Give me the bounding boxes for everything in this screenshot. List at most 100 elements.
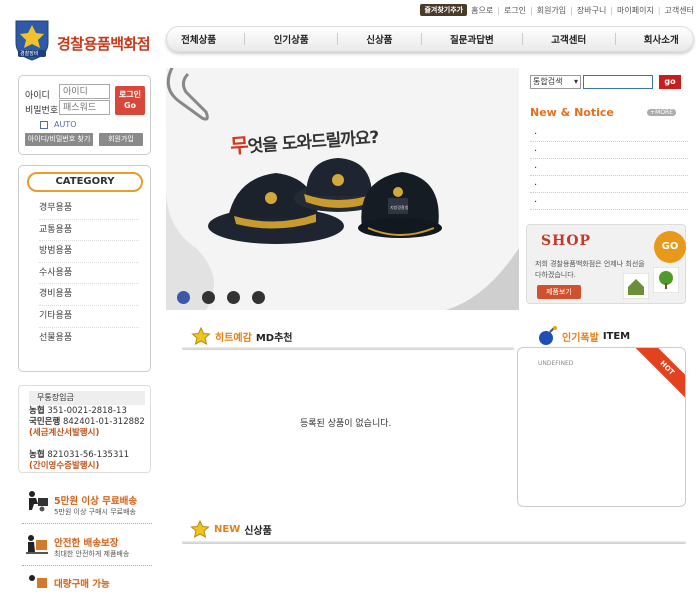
nav-all-products[interactable]: 전체상품 [181,32,216,46]
auto-login-label: AUTO [54,120,77,129]
section-divider [182,347,514,350]
view-products-button[interactable]: 제품보기 [537,285,581,299]
news-list: . . . . . [530,125,688,210]
news-item[interactable]: . [530,125,688,142]
category-item[interactable]: 기타용품 [39,306,139,328]
logo-badge-text: 경찰장비 [20,51,39,57]
category-item[interactable]: 선물용품 [39,328,139,350]
login-button-go: Go [123,101,137,110]
main-banner[interactable]: 무엇을 도와드릴까요? 지방경찰청 [166,68,519,310]
category-item[interactable]: 방범용품 [39,241,139,263]
nav-divider [614,33,616,45]
hot-title: ITEM [602,330,631,342]
search-go-button[interactable]: go [659,75,681,89]
auto-login-checkbox[interactable] [40,120,48,129]
bulk-order-icon [29,575,47,588]
favorite-button[interactable]: 즐겨찾기추가 [420,4,468,16]
bank-name: 농협 [29,406,45,416]
new-title: 신상품 [244,525,272,537]
banner-dot[interactable] [202,291,215,304]
news-item[interactable]: . [530,193,688,210]
id-label: 아이디 [25,91,50,101]
util-link-mypage[interactable]: 마이페이지 [617,5,654,16]
hot-section-header: 인기폭발 ITEM [536,325,630,347]
utility-nav: 즐겨찾기추가 홈으로 | 로그인 | 회원가입 | 장바구니 | 마이페이지 | 고객센터 [420,4,694,16]
category-item[interactable]: 경무용품 [39,198,139,220]
nav-company[interactable]: 회사소개 [644,32,679,46]
password-input[interactable] [59,100,110,115]
news-item[interactable]: . [530,159,688,176]
tree-icon [653,267,679,293]
shop-title: SHOP [541,233,592,249]
banner-dot[interactable] [227,291,240,304]
md-empty-message: 등록된 상품이 없습니다. [300,419,392,429]
search-input[interactable] [583,75,653,89]
banner-dot-active[interactable] [177,291,190,304]
separator: | [530,5,533,15]
divider [22,523,152,524]
shop-banner[interactable]: SHOP 저희 경찰용품백화점은 언제나 최선을 다하겠습니다. 제품보기 GO [526,224,686,304]
util-link-join[interactable]: 회원가입 [537,5,566,16]
banner-headline-first: 무 [229,132,249,159]
service-title: 안전한 배송보장 [54,538,119,549]
service-bulk: 대량구매 가능 [22,574,152,591]
nav-qna[interactable]: 질문과답변 [450,32,494,46]
login-box: 아이디 비밀번호 로그인 Go AUTO 아이디/비밀번호 찾기 회원가입 [18,75,151,155]
md-section-header: 히트예감 MD추천 [191,327,292,345]
banner-art [166,68,519,310]
new-title-highlight: NEW [214,523,241,535]
hot-ribbon: HOT [633,348,685,402]
news-item[interactable]: . [530,176,688,193]
divider [22,565,152,566]
bank-line-3: 농협 821031-56-135311 [29,450,129,461]
category-item[interactable]: 교통용품 [39,220,139,242]
news-more-button[interactable]: +MORE [647,109,676,116]
news-notice: New & Notice +MORE . . . . . [530,106,688,210]
util-link-cs[interactable]: 고객센터 [665,5,694,16]
bank-info: 무통장입금 농협 351-0021-2818-13 국민은행 842401-01… [18,385,151,473]
account-number: 351-0021-2818-13 [47,406,127,416]
category-title: CATEGORY [27,172,143,192]
search-scope-select[interactable]: 통합검색 [530,75,581,89]
login-button-label: 로그인 [118,90,142,99]
banner-dot[interactable] [252,291,265,304]
category-box: CATEGORY 경무용품 교통용품 방범용품 수사용품 경비용품 기타용품 선… [18,165,151,372]
util-link-home[interactable]: 홈으로 [471,5,493,16]
separator: | [657,5,661,15]
service-sub: 5만원 이상 구매시 무료배송 [54,508,136,516]
nav-cs[interactable]: 고객센터 [551,32,586,46]
banner-pagination [177,291,265,304]
id-input[interactable] [59,84,110,99]
search-bar: 통합검색 go [530,75,681,89]
bank-title: 무통장입금 [29,391,145,405]
hot-title-highlight: 인기폭발 [562,332,599,344]
star-icon [190,520,210,538]
site-name[interactable]: 경찰용품백화점 [57,33,151,54]
account-number: 821031-56-135311 [47,450,130,460]
category-item[interactable]: 경비용품 [39,284,139,306]
auto-login[interactable]: AUTO [40,120,77,129]
nav-new[interactable]: 신상품 [366,32,392,46]
util-link-login[interactable]: 로그인 [504,5,526,16]
nav-divider [420,33,422,45]
nav-popular[interactable]: 인기상품 [274,32,309,46]
nav-divider [244,33,246,45]
account-number: 842401-01-312882 [62,417,145,427]
bank-line-1: 농협 351-0021-2818-13 [29,406,127,417]
bank-note-2: (간이영수증발행시) [29,461,100,471]
util-link-cart[interactable]: 장바구니 [577,5,606,16]
main-nav: 전체상품 인기상품 신상품 질문과답변 고객센터 회사소개 [166,26,694,52]
separator: | [570,5,573,15]
shop-go-button[interactable]: GO [654,231,686,263]
service-title: 대량구매 가능 [54,579,110,590]
news-item[interactable]: . [530,142,688,159]
delivery-person-icon [29,491,48,512]
separator: | [610,5,614,15]
category-item[interactable]: 수사용품 [39,263,139,285]
nav-divider [521,33,523,45]
police-logo[interactable]: 경찰장비 [12,17,52,61]
find-account-button[interactable]: 아이디/비밀번호 찾기 [25,133,93,146]
join-button[interactable]: 회원가입 [99,133,143,146]
service-sub: 최대한 안전하게 제품배송 [54,550,130,558]
login-button[interactable]: 로그인 Go [115,86,145,115]
